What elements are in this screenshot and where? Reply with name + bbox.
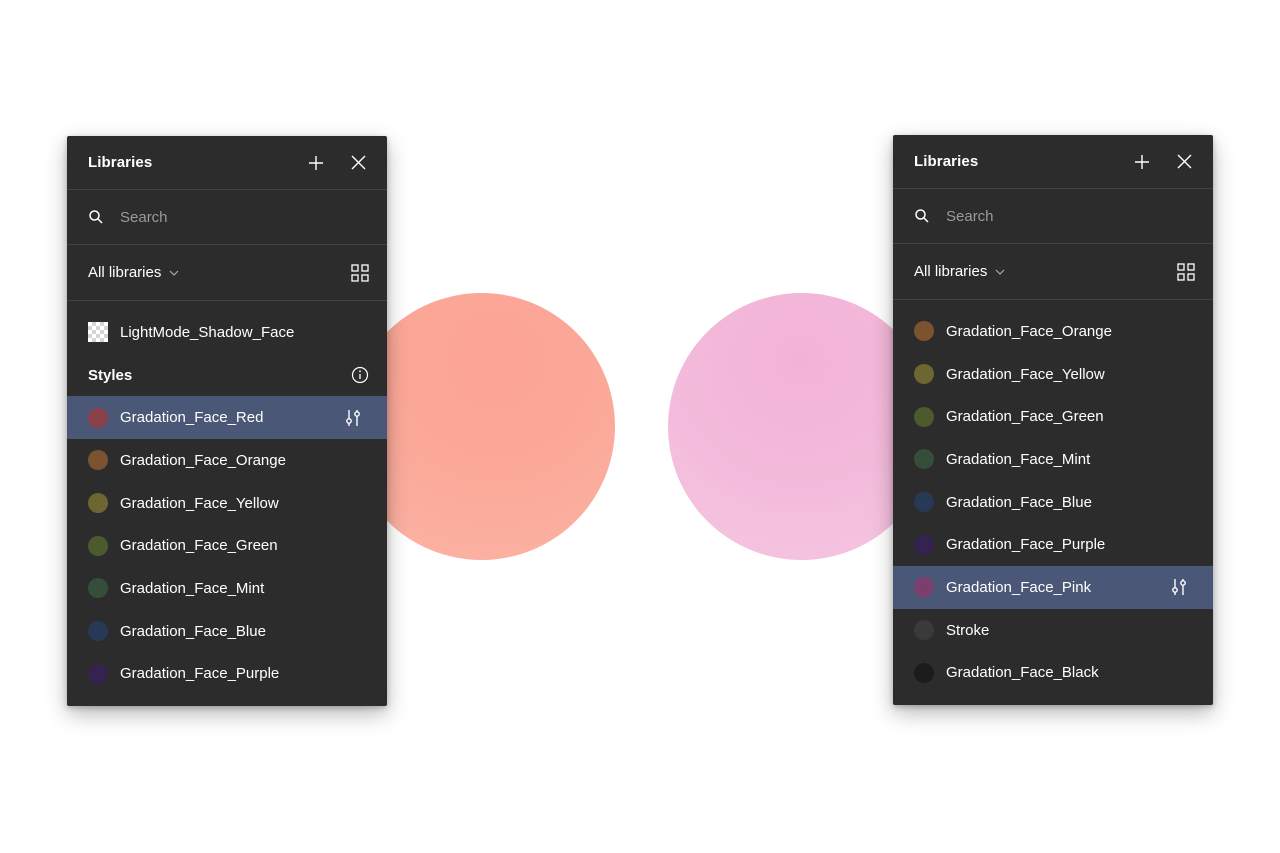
style-label: Gradation_Face_Pink — [946, 578, 1092, 596]
style-item-pink[interactable]: Gradation_Face_Pink — [893, 566, 1213, 609]
red-gradient-circle[interactable] — [348, 293, 615, 560]
style-item-orange[interactable]: Gradation_Face_Orange — [893, 310, 1213, 353]
style-item-blue[interactable]: Gradation_Face_Blue — [893, 481, 1213, 524]
all-libraries-dropdown[interactable]: All libraries — [914, 263, 1177, 280]
panel-header: Libraries — [67, 136, 387, 190]
style-item-yellow[interactable]: Gradation_Face_Yellow — [67, 482, 387, 525]
style-label: Gradation_Face_Mint — [120, 579, 265, 597]
design-canvas[interactable]: Libraries All libraries — [0, 0, 1280, 853]
style-item-purple[interactable]: Gradation_Face_Purple — [67, 653, 387, 696]
style-label: Gradation_Face_Green — [120, 537, 278, 555]
color-swatch — [88, 621, 108, 642]
info-icon[interactable] — [351, 366, 369, 384]
color-swatch — [914, 534, 934, 555]
close-icon[interactable] — [347, 152, 369, 174]
color-swatch — [88, 535, 108, 556]
filter-label: All libraries — [914, 263, 988, 280]
color-swatch — [88, 407, 108, 428]
style-label: Gradation_Face_Orange — [946, 322, 1112, 340]
style-label: Gradation_Face_Green — [946, 408, 1104, 426]
style-label: Gradation_Face_Blue — [120, 622, 266, 640]
color-swatch — [88, 663, 108, 684]
search-bar — [893, 189, 1213, 244]
style-item-blue[interactable]: Gradation_Face_Blue — [67, 610, 387, 653]
color-swatch — [914, 321, 934, 342]
library-filter-bar: All libraries — [67, 245, 387, 301]
chevron-down-icon — [169, 270, 179, 276]
color-swatch — [914, 364, 934, 385]
add-icon[interactable] — [1131, 151, 1153, 173]
style-item-mint[interactable]: Gradation_Face_Mint — [67, 567, 387, 610]
style-label: Gradation_Face_Orange — [120, 451, 286, 469]
all-libraries-dropdown[interactable]: All libraries — [88, 264, 351, 281]
style-label: Gradation_Face_Yellow — [946, 365, 1105, 383]
style-item-orange[interactable]: Gradation_Face_Orange — [67, 439, 387, 482]
style-label: Gradation_Face_Yellow — [120, 494, 279, 512]
adjust-style-icon[interactable] — [1169, 577, 1189, 597]
color-swatch — [88, 578, 108, 599]
library-item[interactable]: LightMode_Shadow_Face — [67, 311, 387, 354]
style-item-purple[interactable]: Gradation_Face_Purple — [893, 523, 1213, 566]
transparent-thumbnail — [88, 322, 108, 343]
styles-list: LightMode_Shadow_Face Styles Gradation_F… — [67, 301, 387, 695]
libraries-panel-left: Libraries All libraries — [67, 136, 387, 706]
color-swatch — [914, 406, 934, 427]
style-label: Gradation_Face_Purple — [946, 536, 1106, 554]
grid-view-icon[interactable] — [1177, 262, 1195, 281]
search-icon — [914, 208, 930, 224]
search-bar — [67, 190, 387, 245]
style-item-stroke[interactable]: Stroke — [893, 609, 1213, 652]
color-swatch — [88, 493, 108, 514]
search-input[interactable] — [120, 208, 366, 226]
styles-list: Gradation_Face_Orange Gradation_Face_Yel… — [893, 300, 1213, 694]
search-icon — [88, 209, 104, 225]
style-label: Gradation_Face_Black — [946, 664, 1099, 682]
search-input[interactable] — [946, 207, 1192, 225]
color-swatch — [88, 450, 108, 471]
color-swatch — [914, 492, 934, 513]
style-label: Gradation_Face_Blue — [946, 493, 1092, 511]
style-item-green[interactable]: Gradation_Face_Green — [893, 395, 1213, 438]
style-label: Gradation_Face_Red — [120, 409, 264, 427]
style-label: Gradation_Face_Mint — [946, 450, 1091, 468]
color-swatch — [914, 577, 934, 598]
section-title: Styles — [88, 366, 133, 384]
style-item-red[interactable]: Gradation_Face_Red — [67, 396, 387, 440]
add-icon[interactable] — [305, 152, 327, 174]
chevron-down-icon — [995, 269, 1005, 275]
libraries-panel-right: Libraries All libraries — [893, 135, 1213, 705]
panel-title: Libraries — [914, 153, 979, 170]
filter-label: All libraries — [88, 264, 162, 281]
library-item-label: LightMode_Shadow_Face — [120, 323, 295, 341]
adjust-style-icon[interactable] — [343, 408, 363, 428]
style-label: Stroke — [946, 621, 990, 639]
color-swatch — [914, 620, 934, 641]
color-swatch — [914, 449, 934, 470]
style-item-mint[interactable]: Gradation_Face_Mint — [893, 438, 1213, 481]
style-label: Gradation_Face_Purple — [120, 665, 280, 683]
panel-title: Libraries — [88, 154, 153, 171]
style-item-black[interactable]: Gradation_Face_Black — [893, 652, 1213, 695]
panel-header: Libraries — [893, 135, 1213, 189]
style-item-yellow[interactable]: Gradation_Face_Yellow — [893, 353, 1213, 396]
close-icon[interactable] — [1173, 151, 1195, 173]
styles-section-header: Styles — [67, 354, 387, 397]
grid-view-icon[interactable] — [351, 263, 369, 282]
color-swatch — [914, 662, 934, 683]
library-filter-bar: All libraries — [893, 244, 1213, 300]
style-item-green[interactable]: Gradation_Face_Green — [67, 524, 387, 567]
